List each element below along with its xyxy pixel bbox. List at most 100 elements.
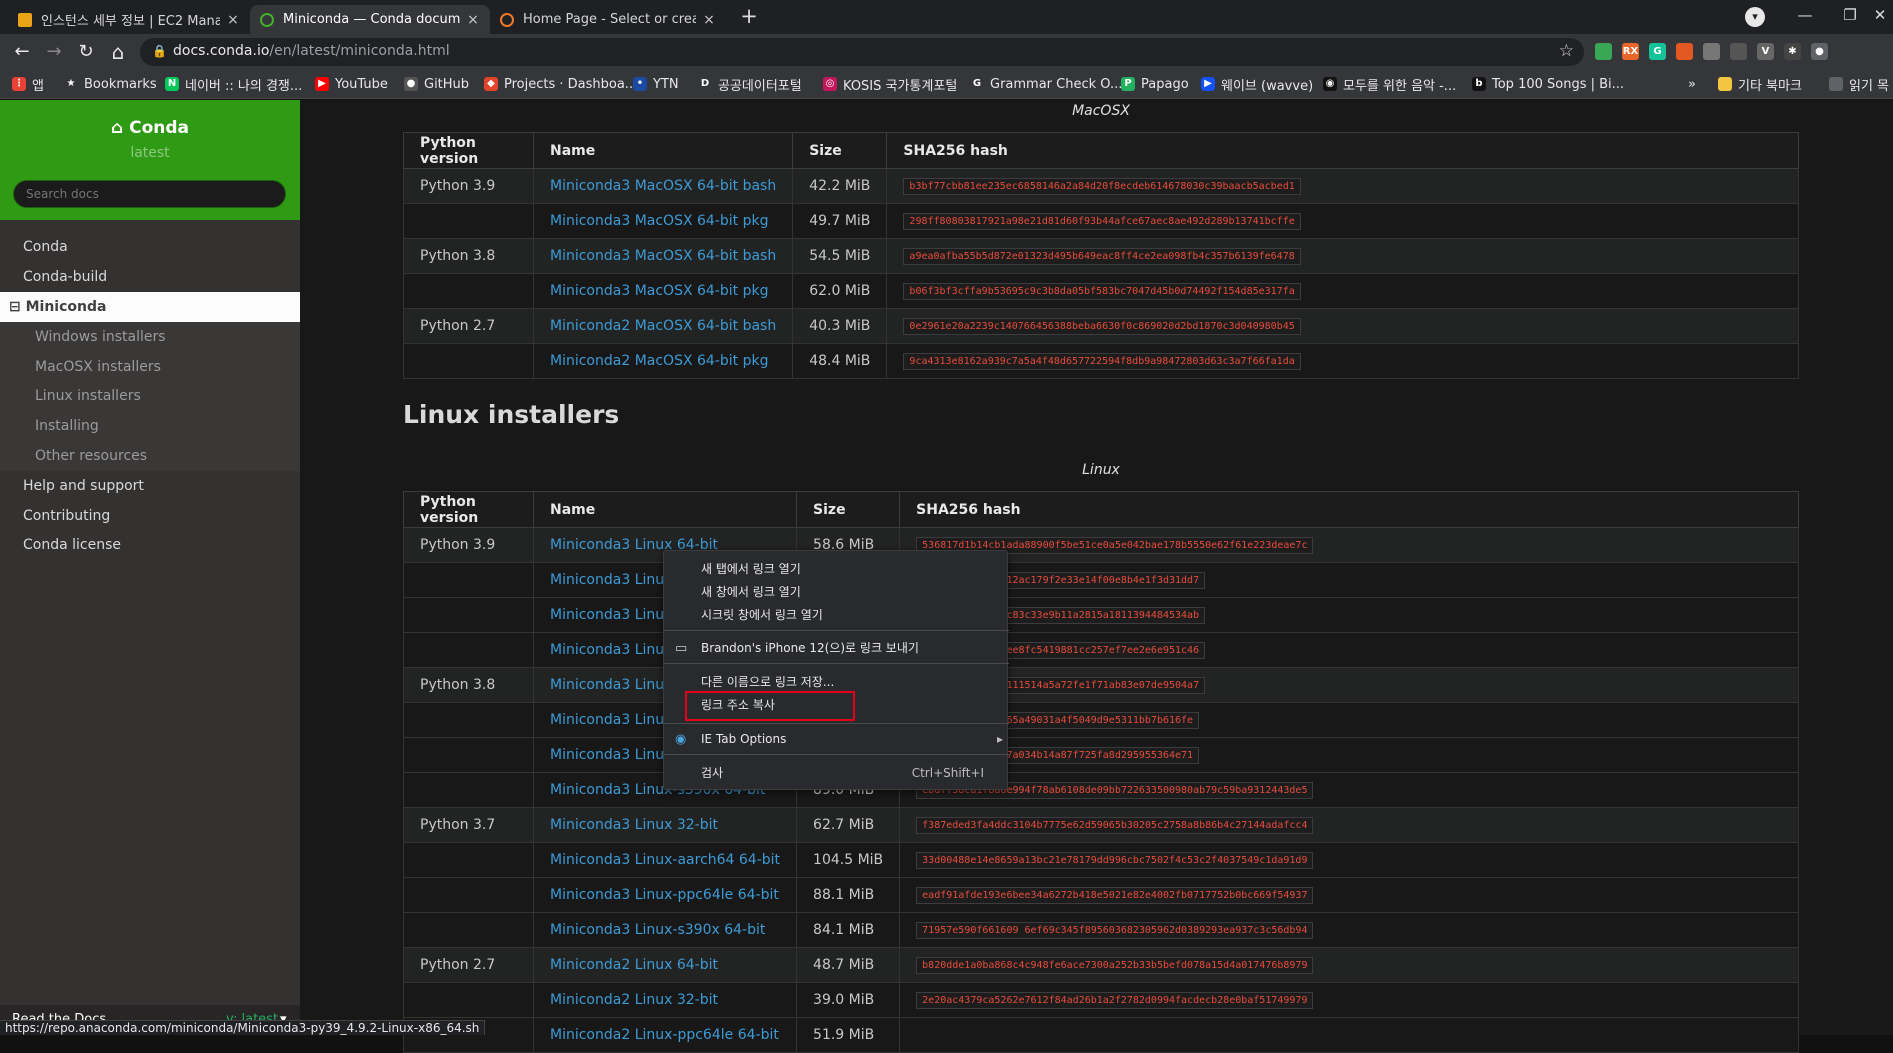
project-title-link[interactable]: ⌂ Conda — [0, 118, 300, 138]
installer-link[interactable]: Miniconda2 MacOSX 64-bit bash — [532, 308, 794, 344]
menu-open-new-tab[interactable]: 새 탭에서 링크 열기 — [664, 558, 1009, 581]
menu-open-incognito[interactable]: 시크릿 창에서 링크 열기 — [664, 604, 1009, 627]
address-bar[interactable]: 🔒 docs.conda.io/en/latest/miniconda.html… — [140, 38, 1584, 66]
sidebar-item-windows-installers[interactable]: Windows installers — [0, 322, 300, 352]
menu-inspect[interactable]: 검사 Ctrl+Shift+I — [664, 762, 1009, 785]
ext-orange-icon[interactable]: RX — [1622, 43, 1639, 60]
sha256-hash: 71957e590f661609 6ef69c345f8956036823059… — [916, 922, 1314, 939]
size-cell: 54.5 MiB — [792, 238, 888, 274]
hash-cell: bd14c1e5c60e2dc83c33e9b11a2815a181139448… — [899, 597, 1799, 633]
ext-v-icon[interactable]: V — [1757, 43, 1774, 60]
bookmark-item[interactable]: ▶ YouTube — [315, 74, 388, 94]
sha256-hash: a9ea0afba55b5d872e01323d495b649eac8ff4ce… — [903, 248, 1301, 265]
installer-link[interactable]: Miniconda3 MacOSX 64-bit bash — [532, 168, 794, 204]
sidebar-item-linux-installers[interactable]: Linux installers — [0, 381, 300, 411]
table-row: Python 2.7 Miniconda2 MacOSX 64-bit bash 4… — [403, 308, 1799, 344]
installer-link[interactable]: Miniconda3 Linux-s390x 64-bit — [532, 912, 798, 948]
home-icon[interactable]: ⌂ — [106, 40, 130, 64]
bookmarks-more-button[interactable]: » — [1688, 74, 1696, 94]
bookmark-item[interactable]: P Papago — [1121, 74, 1189, 94]
installer-link[interactable]: Miniconda3 Linux-ppc64le 64-bit — [532, 877, 798, 913]
installer-link[interactable]: Miniconda3 MacOSX 64-bit pkg — [532, 203, 794, 239]
sha256-hash: b06f3bf3cffa9b53695c9c3b8da05bf583bc7047… — [903, 283, 1301, 300]
account-icon[interactable]: ● — [1811, 43, 1828, 60]
reload-icon[interactable]: ↻ — [74, 40, 98, 64]
bookmark-item[interactable]: N 네이버 :: 나의 경쟁... — [165, 74, 302, 94]
tab-miniconda[interactable]: Miniconda — Conda documentat × — [250, 5, 490, 34]
browser-toolbar: ← → ↻ ⌂ 🔒 docs.conda.io/en/latest/minico… — [0, 34, 1893, 70]
sidebar-item-conda-license[interactable]: Conda license — [0, 530, 300, 560]
sidebar-item-conda[interactable]: Conda — [0, 232, 300, 262]
other-bookmarks-folder[interactable]: 기타 북마크 — [1718, 74, 1802, 94]
close-tab-icon[interactable]: × — [226, 12, 240, 28]
bookmark-item[interactable]: D 공공데이터포털 — [698, 74, 802, 94]
grammarly-icon[interactable]: G — [1649, 43, 1666, 60]
back-icon[interactable]: ← — [10, 40, 34, 64]
menu-send-to-device[interactable]: ▭ Brandon's iPhone 12(으)로 링크 보내기 — [664, 637, 1009, 660]
installer-link[interactable]: Miniconda2 MacOSX 64-bit pkg — [532, 343, 794, 379]
minimize-button[interactable]: — — [1790, 6, 1820, 24]
size-cell: 62.0 MiB — [792, 273, 888, 309]
installer-link[interactable]: Miniconda2 Linux-ppc64le 64-bit — [532, 1017, 798, 1053]
bookmark-item[interactable]: b Top 100 Songs | Bi... — [1472, 74, 1624, 94]
bookmark-label: 공공데이터포털 — [718, 78, 802, 94]
forward-icon[interactable]: → — [42, 40, 66, 64]
python-version-cell — [403, 737, 534, 773]
sidebar-item-macosx-installers[interactable]: MacOSX installers — [0, 352, 300, 382]
installer-link[interactable]: Miniconda3 MacOSX 64-bit pkg — [532, 273, 794, 309]
menu-ie-tab-options[interactable]: ◉ IE Tab Options ▸ — [664, 728, 1009, 751]
puzzle-icon[interactable]: ✱ — [1784, 43, 1801, 60]
bookmark-item[interactable]: ◎ KOSIS 국가통계포털 — [823, 74, 957, 94]
col-name: Name — [532, 491, 798, 528]
sidebar-item-installing[interactable]: Installing — [0, 411, 300, 441]
size-cell: 40.3 MiB — [792, 308, 888, 344]
bookmark-label: KOSIS 국가통계포털 — [843, 78, 958, 94]
installer-link[interactable]: Miniconda3 Linux 32-bit — [532, 807, 798, 843]
bookmark-item[interactable]: ▶ 웨이브 (wavve) — [1201, 74, 1313, 94]
close-tab-icon[interactable]: × — [702, 12, 716, 28]
menu-separator — [664, 723, 1009, 724]
lock-icon[interactable]: 🔒 — [152, 44, 167, 58]
bookmark-item[interactable]: ★ Bookmarks — [64, 74, 157, 94]
sidebar-item-miniconda[interactable]: ⊟ Miniconda — [0, 292, 300, 322]
installer-link[interactable]: Miniconda3 MacOSX 64-bit bash — [532, 238, 794, 274]
tab-jupyter[interactable]: Home Page - Select or create a × — [490, 5, 726, 34]
bookmark-item[interactable]: ◉ 모두를 위한 음악 -... — [1323, 74, 1456, 94]
tab-ec2[interactable]: 인스턴스 세부 정보 | EC2 Manag × — [8, 5, 250, 34]
close-tab-icon[interactable]: × — [466, 12, 480, 28]
ext-owl-icon[interactable] — [1703, 43, 1720, 60]
collapse-toggle-icon[interactable]: ⊟ — [9, 299, 21, 315]
search-docs-input[interactable] — [13, 180, 286, 208]
python-version-cell — [403, 877, 534, 913]
ext-fox-icon[interactable] — [1676, 43, 1693, 60]
bookmark-star-icon[interactable]: ☆ — [1559, 41, 1574, 61]
sidebar-item-other-resources[interactable]: Other resources — [0, 441, 300, 471]
bookmark-item[interactable]: • YTN — [633, 74, 679, 94]
bookmark-item[interactable]: ⋮ 앱 — [12, 74, 44, 94]
chevron-more-icon: » — [1688, 76, 1696, 92]
bookmark-favicon-icon: ◆ — [484, 77, 498, 91]
profile-menu-icon[interactable]: ▾ — [1745, 7, 1765, 27]
close-window-button[interactable]: ✕ — [1865, 6, 1893, 24]
sidebar-item-conda-build[interactable]: Conda-build — [0, 262, 300, 292]
installer-link[interactable]: Miniconda2 Linux 64-bit — [532, 947, 798, 983]
installer-link[interactable]: Miniconda2 Linux 32-bit — [532, 982, 798, 1018]
bookmark-item[interactable]: ● GitHub — [404, 74, 469, 94]
new-tab-button[interactable]: + — [738, 6, 760, 28]
python-version-cell: Python 3.8 — [403, 238, 534, 274]
hash-cell: b06f3bf3cffa9b53695c9c3b8da05bf583bc7047… — [886, 273, 1799, 309]
ext-glasses-icon[interactable] — [1730, 43, 1747, 60]
bookmark-label: Top 100 Songs | Bi... — [1492, 76, 1625, 92]
sidebar-item-contributing[interactable]: Contributing — [0, 501, 300, 531]
installer-link[interactable]: Miniconda3 Linux-aarch64 64-bit — [532, 842, 798, 878]
menu-open-new-window[interactable]: 새 창에서 링크 열기 — [664, 581, 1009, 604]
sidebar-item-help-and-support[interactable]: Help and support — [0, 471, 300, 501]
ext-green-icon[interactable] — [1595, 43, 1612, 60]
bookmark-item[interactable]: ◆ Projects · Dashboa... — [484, 74, 637, 94]
size-cell: 84.1 MiB — [796, 912, 901, 948]
table-row: Miniconda3 Linux-aarch64 64-bit 104.5 MiB… — [403, 842, 1799, 878]
bookmark-label: Papago — [1141, 76, 1189, 92]
bookmark-item[interactable]: G Grammar Check O... — [970, 74, 1122, 94]
maximize-button[interactable]: ❐ — [1835, 6, 1865, 24]
reading-list-button[interactable]: 읽기 목 — [1829, 74, 1889, 94]
